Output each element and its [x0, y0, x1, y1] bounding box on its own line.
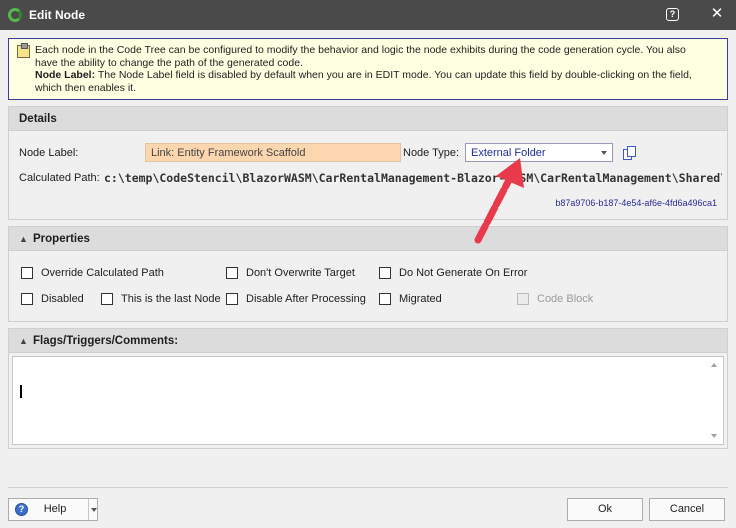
close-icon[interactable]: ✕ [708, 5, 726, 23]
clipboard-icon [17, 43, 30, 58]
text-cursor [20, 385, 22, 398]
node-guid: b87a9706-b187-4e54-af6e-4fd6a496ca1 [555, 198, 717, 208]
scroll-down-icon[interactable] [711, 434, 717, 438]
checkbox-box [379, 293, 391, 305]
checkbox-box [21, 267, 33, 279]
properties-group: ▲ Properties Override Calculated Path Don… [8, 226, 728, 322]
node-label-field[interactable]: Link: Entity Framework Scaffold [145, 143, 401, 162]
node-type-label: Node Type: [403, 147, 460, 159]
help-button[interactable]: ? Help [8, 498, 98, 521]
chevron-down-icon [601, 151, 607, 155]
comments-textarea[interactable] [12, 356, 724, 445]
node-type-value: External Folder [471, 147, 546, 159]
chevron-up-icon: ▲ [19, 234, 28, 244]
checkbox-box [101, 293, 113, 305]
checkbox-box [226, 267, 238, 279]
checkbox-box [517, 293, 529, 305]
ok-button[interactable]: Ok [567, 498, 643, 521]
cancel-button[interactable]: Cancel [649, 498, 725, 521]
window-title: Edit Node [29, 8, 85, 22]
footer-divider [8, 487, 728, 488]
checkbox-label: Do Not Generate On Error [399, 267, 528, 279]
vertical-scrollbar[interactable] [707, 357, 723, 444]
checkbox-label: This is the last Node [121, 293, 221, 305]
checkbox-label: Override Calculated Path [41, 267, 164, 279]
checkbox-box [226, 293, 238, 305]
help-button-label: Help [43, 503, 67, 515]
copy-icon[interactable] [623, 146, 637, 160]
title-bar: Edit Node ? ✕ [0, 0, 736, 30]
info-line-2: have the ability to change the path of t… [35, 56, 303, 69]
details-header: Details [9, 107, 727, 131]
info-line-3-text: The Node Label field is disabled by defa… [95, 69, 692, 81]
split-divider [88, 499, 89, 520]
properties-header-label: Properties [33, 233, 90, 245]
help-icon[interactable]: ? [666, 8, 679, 21]
checkbox-label: Disable After Processing [246, 293, 366, 305]
flags-header-label: Flags/Triggers/Comments: [33, 335, 179, 347]
app-logo-icon [8, 8, 22, 22]
info-line-3: Node Label: The Node Label field is disa… [35, 69, 719, 82]
info-banner: Each node in the Code Tree can be config… [8, 38, 728, 100]
checkbox-label: Disabled [41, 293, 84, 305]
node-type-select[interactable]: External Folder [465, 143, 613, 162]
scroll-up-icon[interactable] [711, 363, 717, 367]
calculated-path-label: Calculated Path: [19, 172, 100, 184]
info-bold-label: Node Label: [35, 69, 96, 81]
calculated-path-value: c:\temp\CodeStencil\BlazorWASM\CarRental… [104, 171, 722, 185]
node-label-label: Node Label: [19, 147, 79, 159]
flags-header[interactable]: ▲ Flags/Triggers/Comments: [9, 329, 727, 353]
info-line-1: Each node in the Code Tree can be config… [35, 44, 686, 56]
checkbox-label: Don't Overwrite Target [246, 267, 355, 279]
flags-group: ▲ Flags/Triggers/Comments: [8, 328, 728, 449]
properties-header[interactable]: ▲ Properties [9, 227, 727, 251]
info-line-4: which then enables it. [35, 81, 136, 94]
help-circle-icon: ? [15, 503, 28, 516]
details-group: Details Node Label: Link: Entity Framewo… [8, 106, 728, 220]
checkbox-box [21, 293, 33, 305]
chevron-up-icon: ▲ [19, 336, 28, 346]
checkbox-label: Migrated [399, 293, 442, 305]
details-header-label: Details [19, 113, 57, 125]
checkbox-box [379, 267, 391, 279]
chevron-down-icon[interactable] [91, 508, 97, 512]
checkbox-label: Code Block [537, 293, 594, 305]
